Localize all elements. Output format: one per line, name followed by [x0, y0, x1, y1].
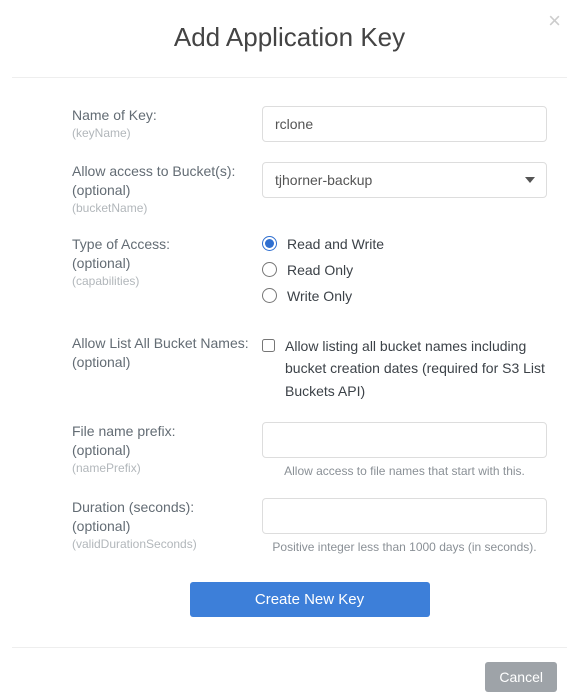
input-col: Positive integer less than 1000 days (in…	[262, 498, 547, 554]
label-bucket: Allow access to Bucket(s):	[72, 162, 252, 181]
form: Name of Key: (keyName) Allow access to B…	[0, 78, 579, 647]
bucket-select-wrap: tjhorner-backup	[262, 162, 547, 198]
radio-read-only[interactable]: Read Only	[262, 262, 547, 278]
row-list-buckets: Allow List All Bucket Names: (optional) …	[72, 334, 547, 402]
label-col: Type of Access: (optional) (capabilities…	[72, 235, 262, 288]
duration-input[interactable]	[262, 498, 547, 534]
radio-read-write[interactable]: Read and Write	[262, 236, 547, 252]
radio-read-only-label: Read Only	[287, 262, 353, 278]
radio-read-write-label: Read and Write	[287, 236, 384, 252]
label-prefix-optional: (optional)	[72, 441, 252, 460]
label-duration-optional: (optional)	[72, 517, 252, 536]
create-key-button[interactable]: Create New Key	[190, 582, 430, 617]
label-list-buckets: Allow List All Bucket Names:	[72, 334, 252, 353]
label-duration: Duration (seconds):	[72, 498, 252, 517]
access-radio-group: Read and Write Read Only Write Only	[262, 235, 547, 314]
radio-read-write-input[interactable]	[262, 236, 277, 251]
tech-bucketname: (bucketName)	[72, 201, 252, 215]
radio-write-only-label: Write Only	[287, 288, 352, 304]
input-col: tjhorner-backup	[262, 162, 547, 198]
row-prefix: File name prefix: (optional) (namePrefix…	[72, 422, 547, 478]
prefix-input[interactable]	[262, 422, 547, 458]
label-access-optional: (optional)	[72, 254, 252, 273]
list-buckets-group: Allow listing all bucket names including…	[262, 334, 547, 402]
label-col: File name prefix: (optional) (namePrefix…	[72, 422, 262, 475]
close-icon[interactable]: ×	[548, 10, 561, 32]
row-duration: Duration (seconds): (optional) (validDur…	[72, 498, 547, 554]
label-col: Allow List All Bucket Names: (optional)	[72, 334, 262, 372]
key-name-input[interactable]	[262, 106, 547, 142]
label-bucket-optional: (optional)	[72, 181, 252, 200]
row-bucket: Allow access to Bucket(s): (optional) (b…	[72, 162, 547, 215]
prefix-hint: Allow access to file names that start wi…	[262, 464, 547, 478]
label-col: Duration (seconds): (optional) (validDur…	[72, 498, 262, 551]
checkbox-list-buckets-label: Allow listing all bucket names including…	[285, 335, 547, 402]
submit-row: Create New Key	[72, 574, 547, 637]
row-access: Type of Access: (optional) (capabilities…	[72, 235, 547, 314]
label-name-of-key: Name of Key:	[72, 106, 252, 125]
radio-read-only-input[interactable]	[262, 262, 277, 277]
radio-write-only[interactable]: Write Only	[262, 288, 547, 304]
checkbox-list-buckets[interactable]: Allow listing all bucket names including…	[262, 335, 547, 402]
tech-nameprefix: (namePrefix)	[72, 461, 252, 475]
label-col: Allow access to Bucket(s): (optional) (b…	[72, 162, 262, 215]
bucket-select[interactable]: tjhorner-backup	[262, 162, 547, 198]
tech-capabilities: (capabilities)	[72, 274, 252, 288]
label-prefix: File name prefix:	[72, 422, 252, 441]
row-name-of-key: Name of Key: (keyName)	[72, 106, 547, 142]
cancel-button[interactable]: Cancel	[485, 662, 557, 692]
label-list-buckets-optional: (optional)	[72, 353, 252, 372]
modal-title: Add Application Key	[0, 0, 579, 77]
tech-keyname: (keyName)	[72, 126, 252, 140]
label-access: Type of Access:	[72, 235, 252, 254]
label-col: Name of Key: (keyName)	[72, 106, 262, 140]
input-col: Allow access to file names that start wi…	[262, 422, 547, 478]
tech-validduration: (validDurationSeconds)	[72, 537, 252, 551]
duration-hint: Positive integer less than 1000 days (in…	[262, 540, 547, 554]
footer: Cancel	[12, 647, 567, 692]
radio-write-only-input[interactable]	[262, 288, 277, 303]
input-col	[262, 106, 547, 142]
checkbox-list-buckets-input[interactable]	[262, 338, 275, 353]
